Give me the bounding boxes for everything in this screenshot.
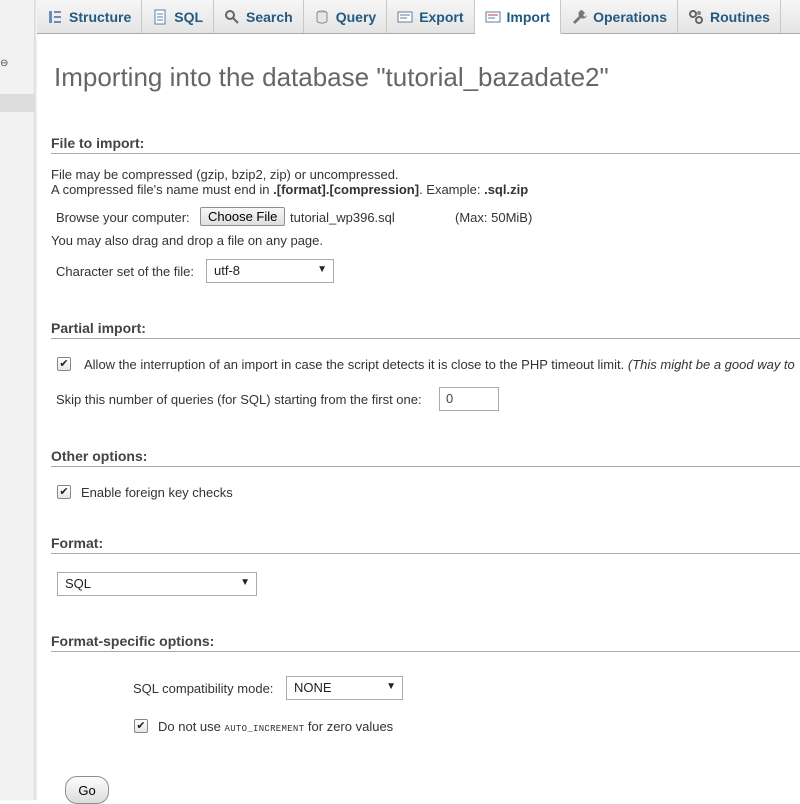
charset-select[interactable]: utf-8 ▼ (206, 259, 334, 283)
section-format-specific: Format-specific options: (51, 633, 800, 652)
format-value: SQL (65, 576, 92, 591)
routines-icon (688, 9, 704, 25)
dropdown-arrow-icon: ▼ (317, 264, 327, 275)
search-icon (224, 9, 240, 25)
browse-label: Browse your computer: (56, 210, 190, 225)
drag-drop-note: You may also drag and drop a file on any… (51, 233, 323, 248)
import-panel: Importing into the database "tutorial_ba… (37, 34, 800, 804)
choose-file-button[interactable]: Choose File (200, 207, 286, 226)
tab-label: Operations (593, 8, 667, 25)
no-auto-increment-text: Do not use AUTO_INCREMENT for zero value… (158, 719, 393, 734)
tab-export[interactable]: Export (387, 0, 475, 33)
compat-mode-value: NONE (294, 680, 332, 695)
navigation-sidebar: ⊖ (0, 0, 35, 800)
format-select[interactable]: SQL ▼ (57, 572, 257, 596)
filename-note-mid: . Example: (419, 182, 485, 197)
tab-label: Search (246, 8, 293, 25)
filename-note-prefix: A compressed file's name must end in (51, 182, 274, 197)
tab-label: Export (419, 8, 464, 25)
page-title: Importing into the database "tutorial_ba… (54, 62, 609, 92)
section-format: Format: (51, 535, 800, 554)
wrench-icon (571, 9, 588, 25)
dropdown-arrow-icon: ▼ (386, 681, 396, 692)
tab-routines[interactable]: Routines (678, 0, 781, 33)
tab-label: Query (335, 8, 377, 25)
tab-label: Structure (69, 8, 132, 25)
tab-structure[interactable]: Structure (37, 0, 143, 33)
section-partial-import: Partial import: (51, 320, 800, 339)
compression-note: File may be compressed (gzip, bzip2, zip… (51, 167, 399, 182)
charset-label: Character set of the file: (56, 264, 195, 279)
link-icon[interactable]: ⊖ (0, 58, 8, 69)
tab-search[interactable]: Search (214, 0, 304, 33)
top-tab-bar: Structure SQL Search Query Export Import (37, 0, 800, 34)
filename-note: A compressed file's name must end in .[f… (51, 182, 528, 197)
sidebar-selected-item[interactable] (0, 94, 34, 112)
skip-queries-label: Skip this number of queries (for SQL) st… (56, 392, 422, 407)
tab-operations[interactable]: Operations (561, 0, 678, 33)
compat-mode-label: SQL compatibility mode: (133, 681, 274, 696)
no-auto-increment-prefix: Do not use (158, 719, 225, 734)
section-file-to-import: File to import: (51, 135, 800, 154)
section-other-options: Other options: (51, 448, 800, 467)
no-auto-increment-suffix: for zero values (304, 719, 394, 734)
filename-note-format: .[format].[compression] (273, 182, 420, 197)
charset-value: utf-8 (214, 263, 241, 278)
allow-interrupt-note: (This might be a good way to (627, 357, 795, 372)
foreign-key-label: Enable foreign key checks (81, 485, 233, 500)
sql-icon (152, 9, 168, 25)
dropdown-arrow-icon: ▼ (240, 577, 250, 588)
export-icon (397, 9, 413, 25)
auto-increment-code: AUTO_INCREMENT (224, 724, 305, 734)
filename-note-example: .sql.zip (484, 182, 529, 197)
tab-sql[interactable]: SQL (142, 0, 215, 33)
tab-label: SQL (174, 8, 204, 25)
foreign-key-checkbox[interactable]: ✔ (57, 485, 71, 499)
selected-file-name: tutorial_wp396.sql (290, 210, 395, 225)
tab-query[interactable]: Query (304, 0, 388, 33)
max-upload-size: (Max: 50MiB) (455, 210, 533, 225)
tab-label: Routines (710, 8, 770, 25)
compat-mode-select[interactable]: NONE ▼ (286, 676, 403, 700)
tab-label: Import (506, 8, 551, 25)
tab-import[interactable]: Import (474, 0, 562, 34)
allow-interrupt-label: Allow the interruption of an import in c… (84, 357, 625, 372)
no-auto-increment-checkbox[interactable]: ✔ (134, 719, 148, 733)
allow-interrupt-checkbox[interactable]: ✔ (57, 357, 71, 371)
skip-queries-input[interactable]: 0 (439, 387, 499, 411)
query-icon (314, 9, 330, 25)
import-icon (485, 9, 501, 25)
structure-icon (47, 9, 63, 25)
allow-interrupt-text: Allow the interruption of an import in c… (84, 357, 795, 372)
